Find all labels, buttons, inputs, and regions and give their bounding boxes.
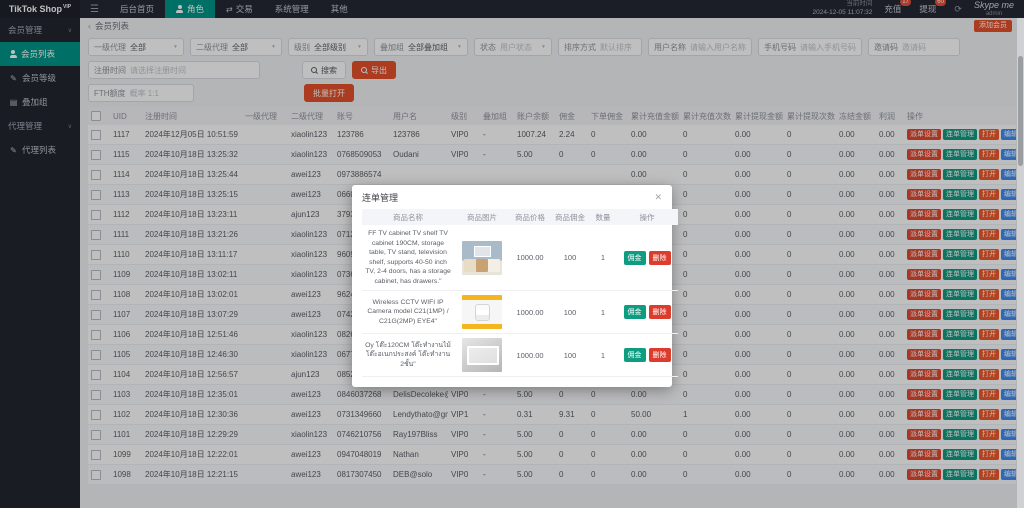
cell-product-name: Oy โต๊ะ120CM โต๊ะทำงานไม้ โต๊ะอเนกประสงค… <box>362 334 454 377</box>
modal-title: 连单管理 <box>362 191 398 204</box>
cell-product-operations: 佣金删除 <box>616 334 678 377</box>
tv-cabinet-image <box>462 241 502 275</box>
close-icon[interactable]: ✕ <box>654 192 662 203</box>
cell-product-price: 1000.00 <box>510 334 550 377</box>
product-row: FF TV cabinet TV shelf TV cabinet 190CM,… <box>362 225 678 291</box>
cell-product-price: 1000.00 <box>510 291 550 334</box>
cell-product-image <box>454 334 510 377</box>
product-table: 商品名称商品图片商品价格商品佣金数量操作 FF TV cabinet TV sh… <box>362 209 678 377</box>
cell-product-operations: 佣金删除 <box>616 291 678 334</box>
modal-column-header: 操作 <box>616 209 678 225</box>
commission-button[interactable]: 佣金 <box>624 348 646 362</box>
product-row: Oy โต๊ะ120CM โต๊ะทำงานไม้ โต๊ะอเนกประสงค… <box>362 334 678 377</box>
cell-product-name: FF TV cabinet TV shelf TV cabinet 190CM,… <box>362 225 454 291</box>
modal-column-header: 商品图片 <box>454 209 510 225</box>
product-name: Oy โต๊ะ120CM โต๊ะทำงานไม้ โต๊ะอเนกประสงค… <box>364 341 452 370</box>
modal-body: 商品名称商品图片商品价格商品佣金数量操作 FF TV cabinet TV sh… <box>352 209 672 387</box>
modal-column-header: 商品价格 <box>510 209 550 225</box>
cell-product-image <box>454 225 510 291</box>
delete-button[interactable]: 删除 <box>649 348 671 362</box>
cell-product-qty: 1 <box>590 225 616 291</box>
modal-column-header: 数量 <box>590 209 616 225</box>
cell-product-commission: 100 <box>550 334 590 377</box>
table-image <box>462 338 502 372</box>
scrollbar-thumb[interactable] <box>1018 56 1023 166</box>
cell-product-image <box>454 291 510 334</box>
cell-product-commission: 100 <box>550 225 590 291</box>
product-name: FF TV cabinet TV shelf TV cabinet 190CM,… <box>364 229 452 286</box>
modal-header: 连单管理 ✕ <box>352 185 672 209</box>
cell-product-commission: 100 <box>550 291 590 334</box>
modal-column-header: 商品佣金 <box>550 209 590 225</box>
delete-button[interactable]: 删除 <box>649 251 671 265</box>
product-name: Wireless CCTV WIFI IP Camera model C21(1… <box>364 298 452 327</box>
commission-button[interactable]: 佣金 <box>624 305 646 319</box>
camera-image <box>462 295 502 329</box>
chain-order-modal: 连单管理 ✕ 商品名称商品图片商品价格商品佣金数量操作 FF TV cabine… <box>352 185 672 387</box>
cell-product-qty: 1 <box>590 334 616 377</box>
product-row: Wireless CCTV WIFI IP Camera model C21(1… <box>362 291 678 334</box>
cell-product-price: 1000.00 <box>510 225 550 291</box>
cell-product-qty: 1 <box>590 291 616 334</box>
delete-button[interactable]: 删除 <box>649 305 671 319</box>
cell-product-operations: 佣金删除 <box>616 225 678 291</box>
modal-column-header: 商品名称 <box>362 209 454 225</box>
commission-button[interactable]: 佣金 <box>624 251 646 265</box>
cell-product-name: Wireless CCTV WIFI IP Camera model C21(1… <box>362 291 454 334</box>
vertical-scrollbar[interactable] <box>1017 18 1024 508</box>
